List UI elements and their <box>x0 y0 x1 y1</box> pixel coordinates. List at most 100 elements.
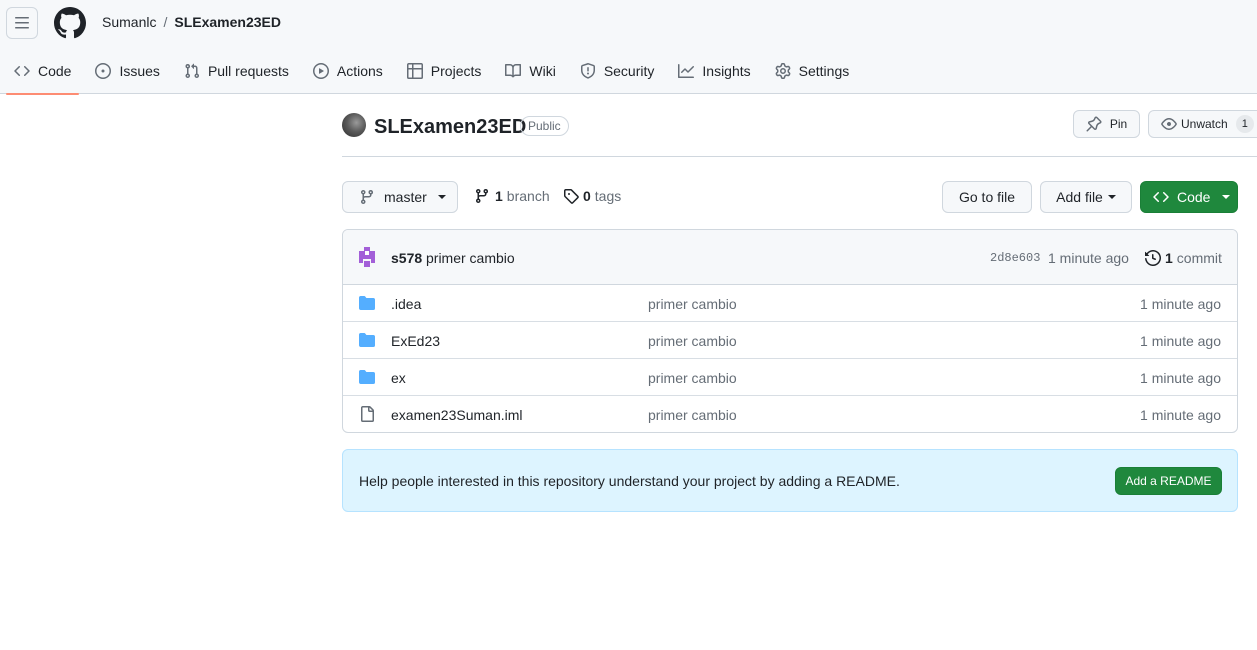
file-icon <box>361 406 374 422</box>
commit-message[interactable]: primer cambio <box>426 250 515 266</box>
visibility-badge: Public <box>520 116 569 136</box>
breadcrumb: Sumanlc / SLExamen23ED <box>102 14 281 30</box>
repo-tab-nav: Code Issues Pull requests Actions Projec… <box>6 56 865 95</box>
watch-count: 1 <box>1235 115 1254 133</box>
tag-icon <box>564 189 579 204</box>
tab-label: Security <box>603 63 655 79</box>
tab-label: Wiki <box>529 63 556 79</box>
file-commit-message[interactable]: primer cambio <box>648 370 737 386</box>
branch-select-button[interactable]: master <box>342 181 458 213</box>
file-name-link[interactable]: ExEd23 <box>391 333 440 349</box>
tab-pull-requests[interactable]: Pull requests <box>176 56 297 94</box>
pin-button[interactable]: Pin <box>1073 110 1140 138</box>
history-icon <box>1145 250 1161 266</box>
commit-sha[interactable]: 2d8e603 <box>990 251 1040 265</box>
tab-security[interactable]: Security <box>572 56 663 94</box>
code-button-label: Code <box>1177 189 1211 205</box>
graph-icon <box>678 64 695 78</box>
commit-word: commit <box>1176 250 1222 266</box>
code-dropdown-button[interactable]: Code <box>1140 181 1238 213</box>
code-icon <box>1153 191 1169 203</box>
book-icon <box>505 63 522 78</box>
pin-icon <box>1086 116 1102 132</box>
unwatch-button[interactable]: Unwatch 1 <box>1148 110 1257 138</box>
eye-icon <box>1161 118 1177 130</box>
repo-title-row: SLExamen23ED Public Pin Unwatch 1 <box>342 110 1257 157</box>
file-commit-message[interactable]: primer cambio <box>648 333 737 349</box>
tab-label: Pull requests <box>207 63 289 79</box>
shield-icon <box>580 63 595 79</box>
tab-label: Settings <box>798 63 850 79</box>
breadcrumb-repo-link[interactable]: SLExamen23ED <box>174 14 281 30</box>
tab-settings[interactable]: Settings <box>767 56 858 94</box>
branch-name: master <box>384 189 427 205</box>
tab-code[interactable]: Code <box>6 56 80 95</box>
branch-count: 1 <box>495 188 503 204</box>
pin-label: Pin <box>1109 117 1128 131</box>
chevron-down-icon <box>1222 195 1231 199</box>
file-row[interactable]: .idea primer cambio 1 minute ago <box>343 285 1237 322</box>
file-name-link[interactable]: ex <box>391 370 406 386</box>
tab-issues[interactable]: Issues <box>87 56 167 94</box>
breadcrumb-separator: / <box>163 14 168 30</box>
file-name-link[interactable]: examen23Suman.iml <box>391 407 523 423</box>
file-commit-time: 1 minute ago <box>1140 296 1221 312</box>
github-mark-icon[interactable] <box>54 7 86 39</box>
tab-label: Code <box>38 63 72 79</box>
git-pull-request-icon <box>185 63 199 79</box>
file-list: s578 primer cambio 2d8e603 1 minute ago … <box>342 229 1238 433</box>
hamburger-menu-icon <box>15 17 29 29</box>
owner-avatar[interactable] <box>342 113 366 137</box>
commit-time: 1 minute ago <box>1048 250 1129 266</box>
latest-commit-row: s578 primer cambio 2d8e603 1 minute ago … <box>343 230 1237 285</box>
breadcrumb-owner-link[interactable]: Sumanlc <box>102 14 156 30</box>
table-icon <box>406 63 423 79</box>
branches-link[interactable]: 1 branch <box>474 188 550 204</box>
git-branch-icon <box>360 190 373 205</box>
tab-label: Issues <box>119 63 160 79</box>
chevron-down-icon <box>437 195 446 199</box>
tab-label: Projects <box>430 63 482 79</box>
file-commit-message[interactable]: primer cambio <box>648 407 737 423</box>
commit-count-number: 1 <box>1165 250 1173 266</box>
committer-identicon[interactable] <box>357 247 377 267</box>
tab-label: Insights <box>702 63 751 79</box>
file-name-link[interactable]: .idea <box>391 296 421 312</box>
chevron-down-icon <box>1107 195 1116 199</box>
add-readme-button[interactable]: Add a README <box>1115 467 1222 495</box>
file-commit-time: 1 minute ago <box>1140 370 1221 386</box>
issue-opened-icon <box>95 63 112 79</box>
go-to-file-button[interactable]: Go to file <box>942 181 1032 213</box>
branch-word: branch <box>506 188 550 204</box>
tag-count: 0 <box>583 188 591 204</box>
folder-icon <box>359 370 375 384</box>
git-branch-icon <box>475 189 488 204</box>
file-row[interactable]: ex primer cambio 1 minute ago <box>343 359 1237 396</box>
play-icon <box>312 63 329 79</box>
file-row[interactable]: examen23Suman.iml primer cambio 1 minute… <box>343 396 1237 432</box>
repo-header: Sumanlc / SLExamen23ED Code Issues Pull … <box>0 0 1257 95</box>
add-file-label: Add file <box>1056 189 1103 205</box>
file-commit-time: 1 minute ago <box>1140 407 1221 423</box>
tab-insights[interactable]: Insights <box>670 56 758 94</box>
add-file-button[interactable]: Add file <box>1040 181 1132 213</box>
tags-link[interactable]: 0 tags <box>563 188 621 204</box>
file-row[interactable]: ExEd23 primer cambio 1 minute ago <box>343 322 1237 359</box>
readme-banner-text: Help people interested in this repositor… <box>359 473 900 489</box>
code-icon <box>14 65 30 77</box>
add-readme-banner: Help people interested in this repositor… <box>342 449 1238 512</box>
unwatch-label: Unwatch <box>1181 117 1228 131</box>
file-commit-message[interactable]: primer cambio <box>648 296 737 312</box>
gear-icon <box>775 63 791 79</box>
global-menu-button[interactable] <box>6 7 38 39</box>
tab-actions[interactable]: Actions <box>305 56 391 94</box>
commit-author[interactable]: s578 <box>391 250 422 266</box>
tab-projects[interactable]: Projects <box>399 56 490 94</box>
folder-icon <box>359 333 375 347</box>
folder-icon <box>359 296 375 310</box>
repo-name[interactable]: SLExamen23ED <box>374 115 526 139</box>
tab-label: Actions <box>336 63 383 79</box>
tag-word: tags <box>594 188 622 204</box>
tab-wiki[interactable]: Wiki <box>497 56 563 94</box>
commit-history-link[interactable]: 1 commit <box>1145 250 1222 266</box>
